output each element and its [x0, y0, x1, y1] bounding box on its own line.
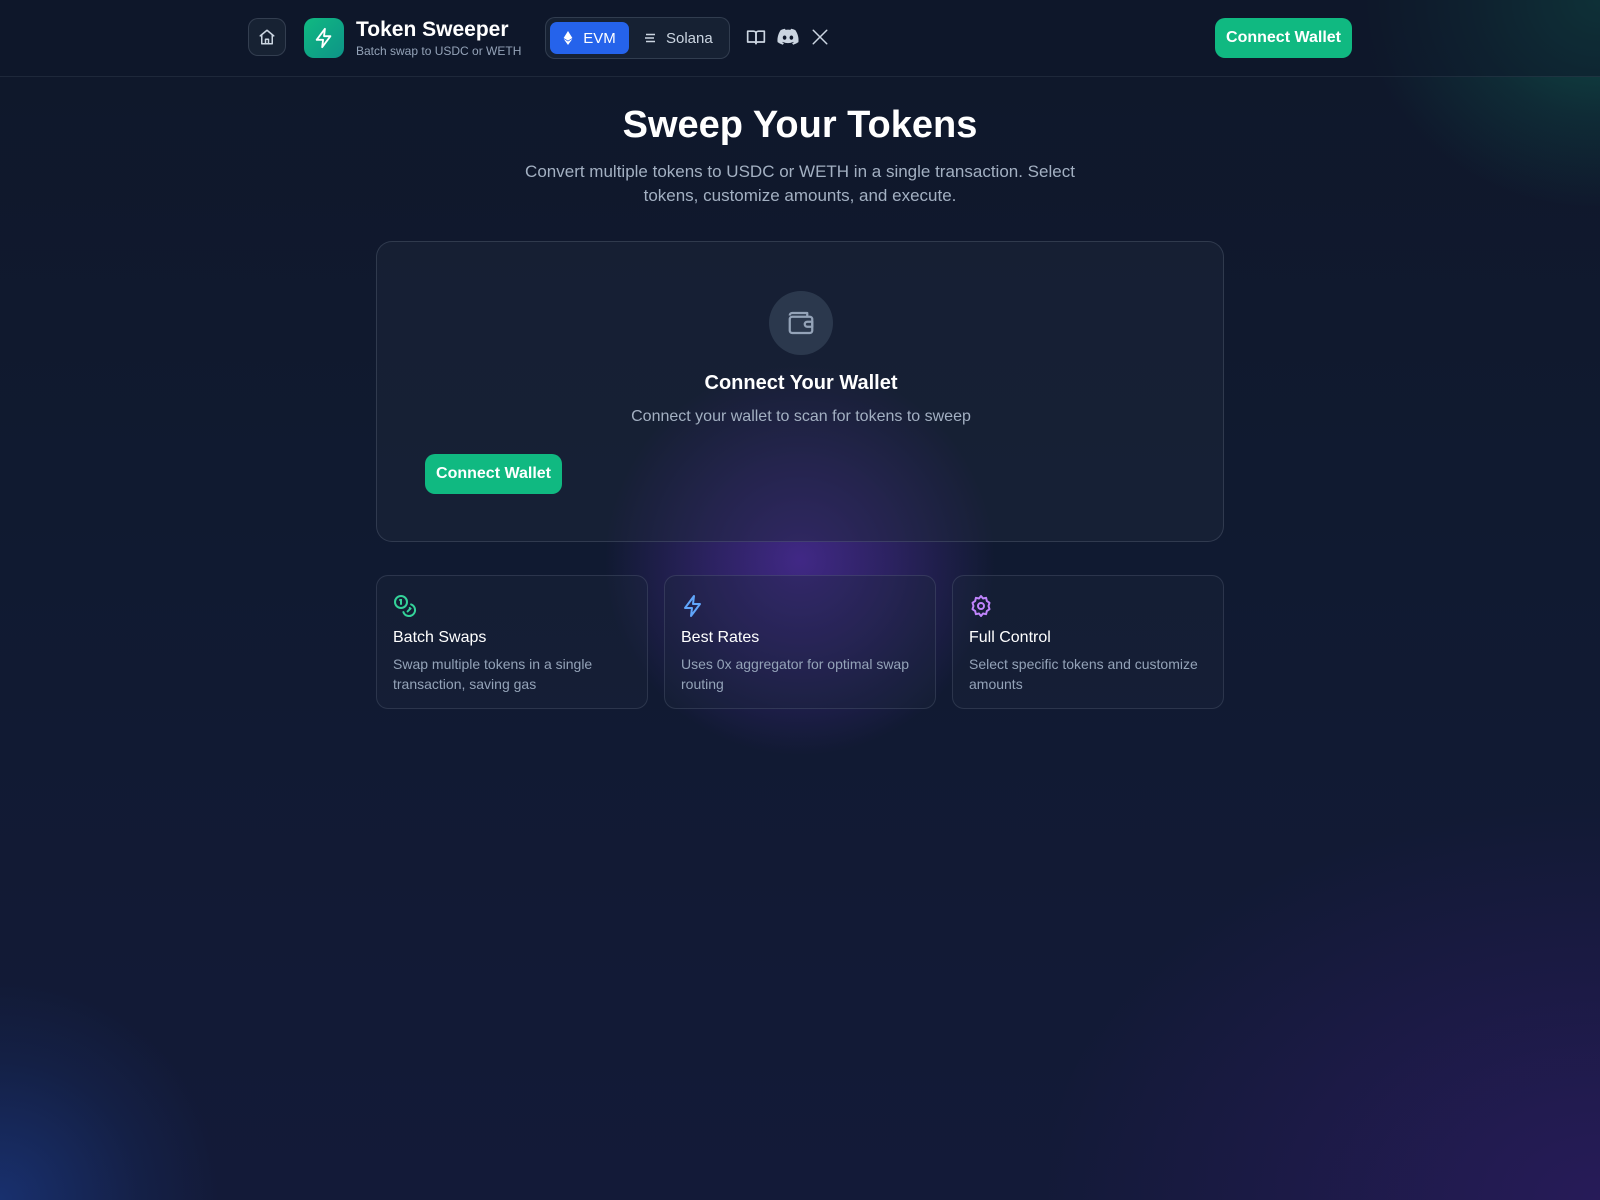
gear-icon: [971, 595, 991, 617]
feature-title: Best Rates: [681, 629, 760, 646]
page-title: Sweep Your Tokens: [622, 104, 978, 146]
header-connect-wallet-button[interactable]: Connect Wallet: [1215, 18, 1352, 58]
connect-card-title: Connect Your Wallet: [704, 372, 898, 394]
feature-title: Full Control: [969, 629, 1051, 646]
feature-description: Select specific tokens and customize amo…: [969, 656, 1198, 692]
chain-solana-tab[interactable]: Solana: [644, 22, 724, 54]
feature-description: Uses 0x aggregator for optimal swap rout…: [681, 656, 909, 692]
chain-solana-label: Solana: [666, 29, 713, 47]
discord-icon: [777, 28, 799, 45]
bolt-icon: [684, 595, 701, 617]
chain-switcher: EVM Solana: [545, 17, 730, 59]
brand-subtitle: Batch swap to USDC or WETH: [356, 44, 522, 58]
feature-card-best-rates: Best Rates Uses 0x aggregator for optima…: [664, 575, 936, 709]
wallet-icon-badge: [769, 291, 833, 355]
docs-link[interactable]: [745, 26, 767, 48]
connect-wallet-card: Connect Your Wallet Connect your wallet …: [376, 241, 1224, 542]
card-connect-wallet-button[interactable]: Connect Wallet: [425, 454, 562, 494]
feature-card-batch-swaps: Batch Swaps Swap multiple tokens in a si…: [376, 575, 648, 709]
brand-title: Token Sweeper: [356, 18, 509, 41]
logo: [304, 18, 344, 58]
x-link[interactable]: [809, 26, 831, 48]
home-button[interactable]: [248, 18, 286, 56]
feature-title: Batch Swaps: [393, 629, 487, 646]
book-icon: [746, 30, 766, 45]
home-icon: [259, 29, 275, 45]
top-nav: Token Sweeper Batch swap to USDC or WETH…: [0, 0, 1600, 77]
coins-icon: [394, 595, 416, 617]
x-icon: [812, 29, 828, 45]
chain-evm-tab[interactable]: EVM: [550, 22, 629, 54]
feature-card-full-control: Full Control Select specific tokens and …: [952, 575, 1224, 709]
ethereum-icon: [563, 31, 573, 45]
discord-link[interactable]: [777, 26, 799, 48]
bolt-logo-icon: [315, 27, 332, 49]
chain-evm-label: EVM: [583, 29, 616, 47]
feature-description: Swap multiple tokens in a single transac…: [393, 656, 593, 692]
solana-icon: [645, 33, 655, 43]
connect-card-subtitle: Connect your wallet to scan for tokens t…: [631, 408, 971, 425]
page-subtitle: Convert multiple tokens to USDC or WETH …: [525, 162, 1075, 205]
wallet-icon: [788, 311, 814, 335]
